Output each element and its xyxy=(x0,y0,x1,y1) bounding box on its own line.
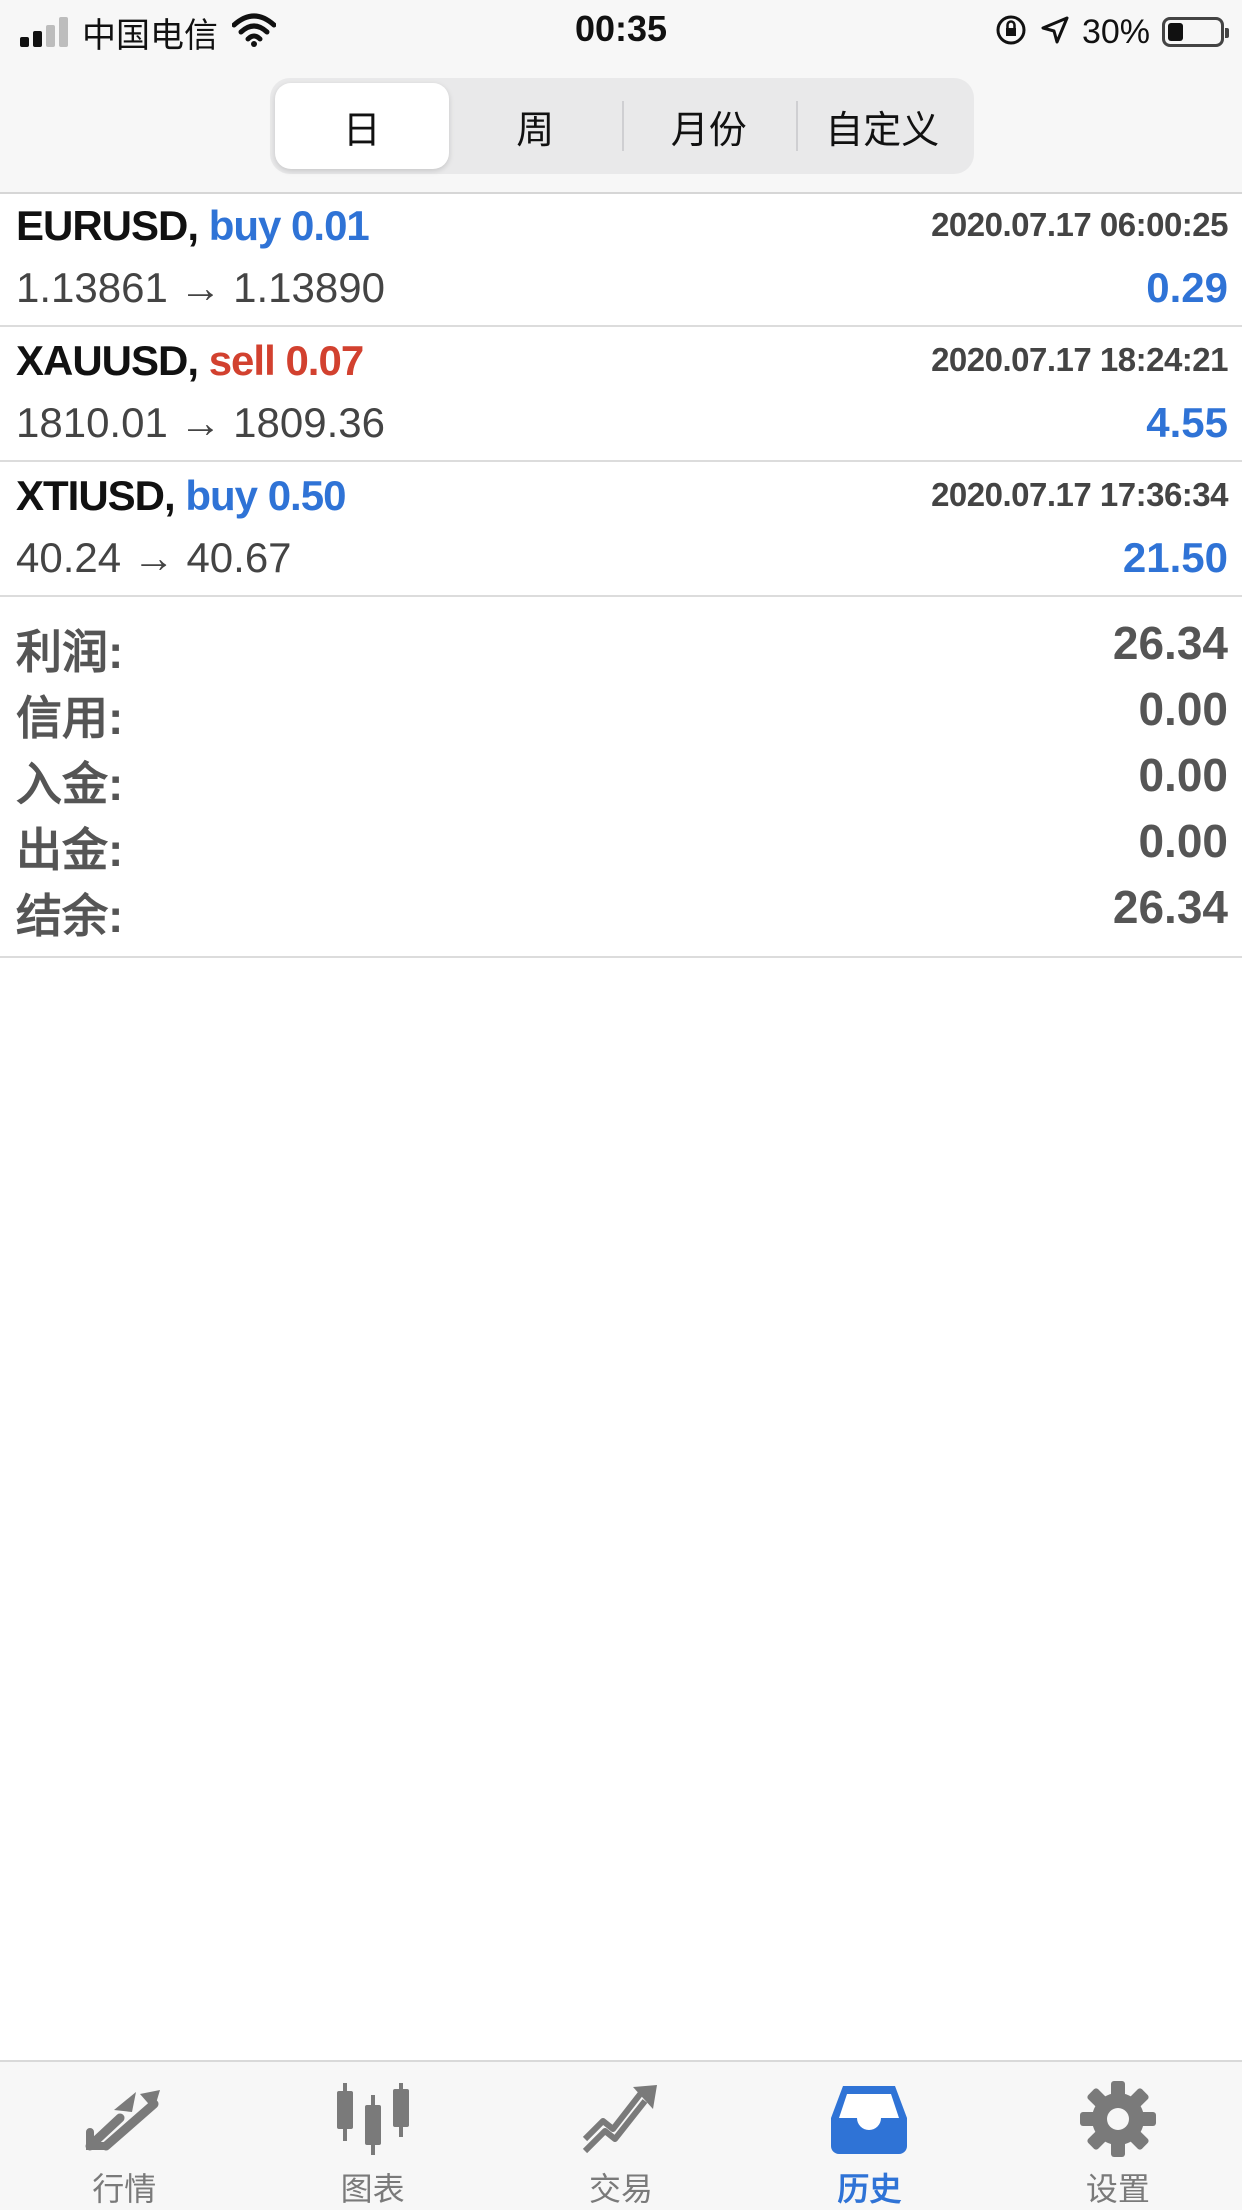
summary-label: 信用: xyxy=(16,692,124,744)
trade-prices: 40.24 → 40.67 xyxy=(16,534,292,581)
summary-deposit-row: 入金: 0.00 xyxy=(0,742,1242,810)
orientation-lock-icon xyxy=(994,13,1028,52)
tab-quotes[interactable]: 行情 xyxy=(0,2062,248,2210)
trade-direction: buy xyxy=(185,472,258,519)
tab-trade[interactable]: 交易 xyxy=(497,2062,745,2210)
account-summary: 利润: 26.34 信用: 0.00 入金: 0.00 出金: 0.00 结余:… xyxy=(0,596,1242,958)
trade-profit: 0.29 xyxy=(1146,264,1228,311)
trade-symbol-line: XTIUSD, buy 0.50 xyxy=(16,472,347,520)
table-row[interactable]: EURUSD, buy 0.01 2020.07.17 06:00:25 1.1… xyxy=(0,192,1242,327)
trade-volume: 0.07 xyxy=(285,337,364,384)
tab-history[interactable]: 历史 xyxy=(745,2062,993,2210)
status-bar: 中国电信 00:35 30% xyxy=(0,0,1242,62)
quotes-arrows-icon xyxy=(79,2080,169,2158)
summary-label: 利润: xyxy=(16,626,124,678)
tab-settings[interactable]: 设置 xyxy=(994,2062,1242,2210)
tab-label: 交易 xyxy=(589,2171,654,2207)
trade-history-list: EURUSD, buy 0.01 2020.07.17 06:00:25 1.1… xyxy=(0,192,1242,597)
trade-prices: 1810.01 → 1809.36 xyxy=(16,399,385,446)
location-arrow-icon xyxy=(1040,15,1070,50)
summary-value: 26.34 xyxy=(1112,617,1228,669)
tab-month[interactable]: 月份 xyxy=(622,83,796,169)
trade-volume: 0.50 xyxy=(267,472,347,519)
tab-day[interactable]: 日 xyxy=(275,83,449,169)
bottom-tab-bar: 行情 图表 交易 历史 设置 xyxy=(0,2060,1242,2210)
summary-balance-row: 结余: 26.34 xyxy=(0,874,1242,942)
tab-charts[interactable]: 图表 xyxy=(248,2062,496,2210)
trade-prices: 1.13861 → 1.13890 xyxy=(16,264,385,311)
summary-value: 0.00 xyxy=(1138,683,1228,735)
history-inbox-icon xyxy=(824,2080,914,2158)
summary-label: 出金: xyxy=(16,824,124,876)
battery-level xyxy=(1168,23,1183,41)
status-right: 30% xyxy=(994,10,1229,54)
tab-week[interactable]: 周 xyxy=(449,83,623,169)
gear-icon xyxy=(1073,2080,1163,2158)
tab-label: 行情 xyxy=(92,2171,157,2207)
trade-symbol: EURUSD, xyxy=(16,202,199,249)
battery-percentage: 30% xyxy=(1081,12,1150,51)
trade-symbol-line: EURUSD, buy 0.01 xyxy=(16,202,370,250)
trade-symbol-line: XAUUSD, sell 0.07 xyxy=(16,337,364,385)
table-row[interactable]: XTIUSD, buy 0.50 2020.07.17 17:36:34 40.… xyxy=(0,462,1242,597)
battery-icon xyxy=(1162,17,1229,47)
tab-label: 设置 xyxy=(1085,2171,1150,2207)
trade-direction: buy xyxy=(208,202,282,249)
table-row[interactable]: XAUUSD, sell 0.07 2020.07.17 18:24:21 18… xyxy=(0,327,1242,462)
summary-value: 0.00 xyxy=(1138,815,1228,867)
summary-label: 入金: xyxy=(16,758,124,810)
trade-symbol: XTIUSD, xyxy=(16,472,176,519)
period-segmented-control: 日 周 月份 自定义 xyxy=(270,78,974,174)
tab-label: 历史 xyxy=(837,2171,902,2207)
candlestick-chart-icon xyxy=(328,2080,418,2158)
summary-value: 26.34 xyxy=(1112,881,1228,933)
trade-time: 2020.07.17 18:24:21 xyxy=(931,341,1228,378)
trade-symbol: XAUUSD, xyxy=(16,337,199,384)
trade-time: 2020.07.17 17:36:34 xyxy=(931,476,1228,513)
summary-value: 0.00 xyxy=(1138,749,1228,801)
trade-trend-icon xyxy=(576,2080,666,2158)
summary-profit-row: 利润: 26.34 xyxy=(0,610,1242,678)
trade-volume: 0.01 xyxy=(291,202,370,249)
tab-custom[interactable]: 自定义 xyxy=(795,83,970,169)
trade-direction: sell xyxy=(208,337,276,384)
trade-profit: 21.50 xyxy=(1122,534,1228,581)
summary-withdrawal-row: 出金: 0.00 xyxy=(0,808,1242,876)
summary-credit-row: 信用: 0.00 xyxy=(0,676,1242,744)
tab-label: 图表 xyxy=(340,2171,405,2207)
period-selector-bar: 日 周 月份 自定义 xyxy=(0,62,1242,194)
trade-profit: 4.55 xyxy=(1146,399,1228,446)
summary-label: 结余: xyxy=(16,890,124,942)
trade-time: 2020.07.17 06:00:25 xyxy=(931,206,1228,243)
